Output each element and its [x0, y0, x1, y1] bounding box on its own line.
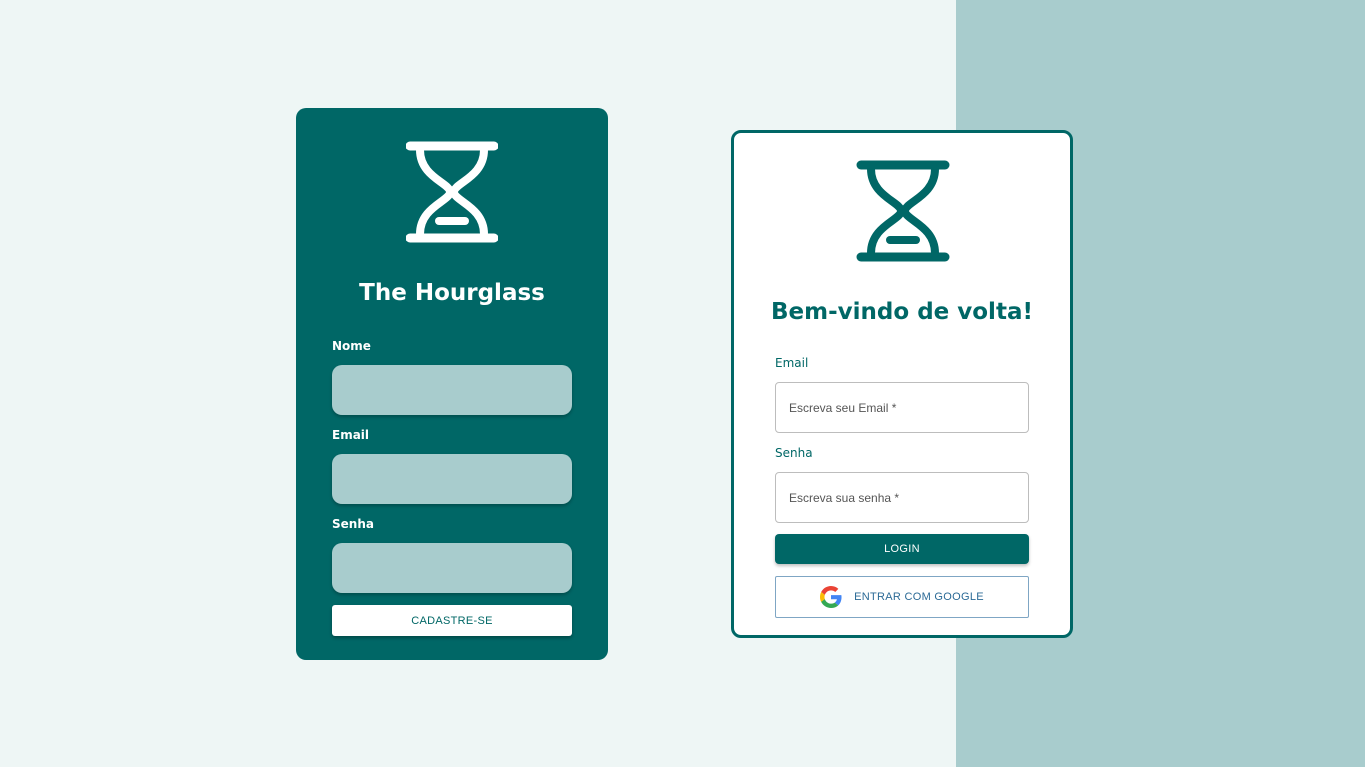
login-title: Bem-vindo de volta! — [771, 299, 1033, 325]
google-icon — [820, 586, 842, 608]
login-button[interactable]: LOGIN — [775, 534, 1029, 564]
login-password-label: Senha — [775, 446, 813, 460]
signup-password-field[interactable] — [332, 543, 572, 593]
login-email-field[interactable] — [775, 382, 1029, 433]
google-login-button[interactable]: ENTRAR COM GOOGLE — [775, 576, 1029, 618]
signup-email-label: Email — [332, 428, 370, 442]
name-label: Nome — [332, 339, 371, 353]
hourglass-icon — [856, 160, 950, 262]
signup-password-label: Senha — [332, 517, 374, 531]
hourglass-icon — [406, 141, 498, 243]
name-field[interactable] — [332, 365, 572, 415]
login-email-label: Email — [775, 356, 809, 370]
page: The Hourglass Nome Email Senha CADASTRE-… — [0, 0, 1365, 767]
login-card: Bem-vindo de volta! Email Senha LOGIN EN… — [731, 130, 1073, 638]
signup-email-field[interactable] — [332, 454, 572, 504]
signup-card: The Hourglass Nome Email Senha CADASTRE-… — [296, 108, 608, 660]
google-login-label: ENTRAR COM GOOGLE — [854, 591, 984, 603]
login-password-field[interactable] — [775, 472, 1029, 523]
signup-button[interactable]: CADASTRE-SE — [332, 605, 572, 636]
signup-title: The Hourglass — [359, 280, 545, 306]
